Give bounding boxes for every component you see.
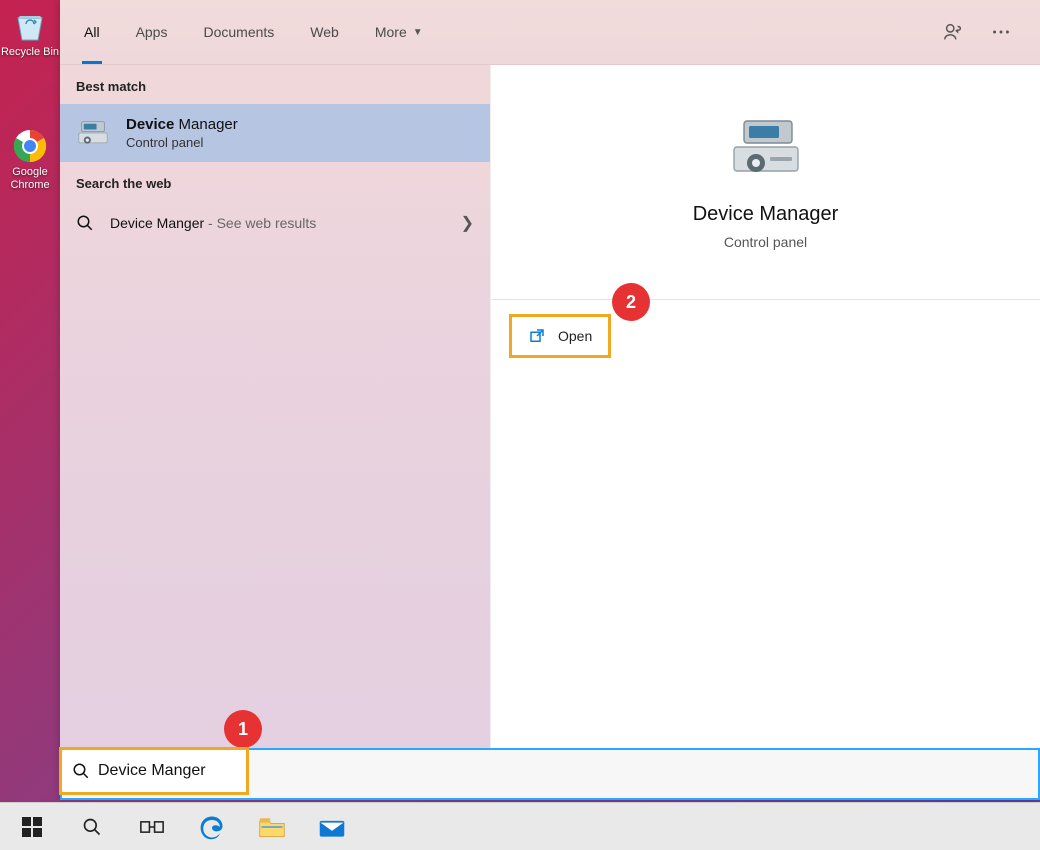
desktop-icon-recycle-bin[interactable]: Recycle Bin <box>0 0 60 80</box>
preview-column: Device Manager Control panel 2 Open <box>490 65 1040 800</box>
annotation-callout-1: 1 <box>224 710 262 748</box>
preview-subtitle: Control panel <box>724 234 807 250</box>
search-panel: All Apps Documents Web More ▼ Best ma <box>60 0 1040 800</box>
tab-more[interactable]: More ▼ <box>357 0 441 64</box>
search-box[interactable]: Device Manger <box>59 747 249 795</box>
recycle-bin-icon <box>10 6 50 46</box>
tabs-list: All Apps Documents Web More ▼ <box>60 0 441 64</box>
file-explorer-icon[interactable] <box>242 803 302 850</box>
search-icon <box>72 762 90 780</box>
search-tabs-bar: All Apps Documents Web More ▼ <box>60 0 1040 65</box>
more-options-icon[interactable] <box>990 21 1012 43</box>
preview-header: Device Manager Control panel 2 <box>491 65 1040 300</box>
start-button[interactable] <box>2 803 62 850</box>
open-label: Open <box>558 328 592 344</box>
edge-icon[interactable] <box>182 803 242 850</box>
best-match-label: Best match <box>60 65 490 104</box>
tab-label: More <box>375 24 407 40</box>
preview-title: Device Manager <box>693 203 839 226</box>
tab-web[interactable]: Web <box>292 0 357 64</box>
web-result-text: Device Manger - See web results <box>110 215 316 231</box>
desktop-icons: Recycle Bin Google Chrome <box>0 0 60 200</box>
taskbar-search-button[interactable] <box>62 803 122 850</box>
search-input-area[interactable] <box>249 750 1038 798</box>
search-input[interactable]: Device Manger <box>98 762 206 780</box>
tab-documents[interactable]: Documents <box>185 0 292 64</box>
tab-all[interactable]: All <box>66 0 118 64</box>
result-subtitle: Control panel <box>126 135 474 150</box>
search-icon <box>76 214 94 232</box>
desktop-icon-label: Recycle Bin <box>1 46 59 59</box>
tab-apps[interactable]: Apps <box>118 0 186 64</box>
chevron-down-icon: ▼ <box>413 27 423 38</box>
result-device-manager[interactable]: Device Manager Control panel <box>60 104 490 162</box>
tab-label: Web <box>310 24 339 40</box>
task-view-button[interactable] <box>122 803 182 850</box>
desktop-icon-label: Google Chrome <box>0 166 60 192</box>
tab-label: Documents <box>203 24 274 40</box>
taskbar <box>0 802 1040 850</box>
search-web-label: Search the web <box>60 162 490 201</box>
device-manager-icon <box>76 116 110 150</box>
open-icon <box>528 327 546 345</box>
annotation-callout-2: 2 <box>612 283 650 321</box>
chrome-icon <box>10 126 50 166</box>
tab-label: All <box>84 24 100 40</box>
web-result-item[interactable]: Device Manger - See web results ❯ <box>60 201 490 245</box>
chevron-right-icon: ❯ <box>461 213 474 233</box>
feedback-icon[interactable] <box>942 21 964 43</box>
open-button[interactable]: Open <box>509 314 611 358</box>
results-column: Best match Device Manager Control panel <box>60 65 490 800</box>
tab-label: Apps <box>136 24 168 40</box>
mail-icon[interactable] <box>302 803 362 850</box>
search-strip: Device Manger <box>60 748 1040 800</box>
device-manager-icon <box>726 115 806 185</box>
result-title: Device Manager <box>126 116 474 133</box>
desktop-icon-chrome[interactable]: Google Chrome <box>0 120 60 200</box>
